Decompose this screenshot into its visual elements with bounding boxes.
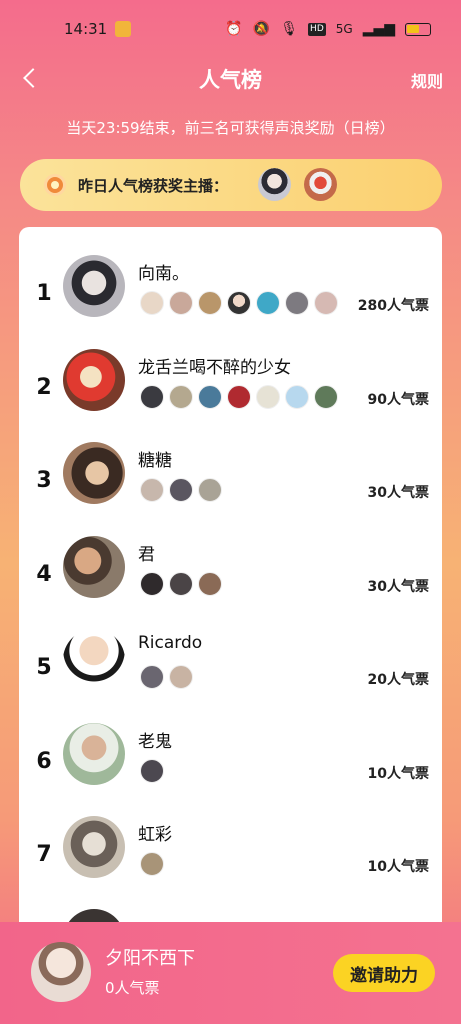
rank-number: 5 — [36, 655, 52, 680]
ranking-item[interactable]: 5 Ricardo 20人气票 — [19, 629, 442, 723]
anchor-name: 向南。 — [138, 264, 189, 284]
supporter-avatar[interactable] — [140, 291, 164, 315]
supporter-avatar[interactable] — [140, 759, 164, 783]
avatar[interactable] — [63, 349, 125, 411]
avatar[interactable] — [63, 723, 125, 785]
signal-icon: ▂▄▆ — [362, 21, 395, 37]
avatar[interactable] — [63, 816, 125, 878]
supporter-avatars — [140, 852, 164, 876]
vote-count: 30人气票 — [367, 485, 429, 501]
supporter-avatar[interactable] — [140, 478, 164, 502]
supporter-avatar[interactable] — [227, 385, 251, 409]
rank-number: 1 — [36, 281, 52, 306]
status-time: 14:31 — [64, 20, 108, 38]
vote-count: 90人气票 — [367, 392, 429, 408]
ranking-item[interactable]: 6 老鬼 10人气票 — [19, 723, 442, 817]
vote-count: 30人气票 — [367, 579, 429, 595]
winner-avatar[interactable] — [258, 168, 291, 201]
anchor-name: 虹彩 — [138, 825, 172, 845]
my-vote-count: 0人气票 — [105, 979, 160, 997]
ranking-item[interactable]: 4 君 30人气票 — [19, 536, 442, 630]
supporter-avatar[interactable] — [285, 291, 309, 315]
supporter-avatar[interactable] — [314, 291, 338, 315]
medal-icon — [44, 174, 66, 196]
ranking-item[interactable]: 7 虹彩 10人气票 — [19, 816, 442, 910]
ranking-item[interactable]: 1 向南。 280人气票 — [19, 255, 442, 349]
supporter-avatars — [140, 478, 222, 502]
supporter-avatars — [140, 385, 338, 409]
yesterday-winners-bar[interactable]: 昨日人气榜获奖主播： — [20, 159, 442, 211]
supporter-avatar[interactable] — [169, 478, 193, 502]
supporter-avatar[interactable] — [169, 291, 193, 315]
app-notification-icon — [115, 21, 131, 37]
invite-support-button[interactable]: 邀请助力 — [333, 954, 435, 992]
yesterday-winners-label: 昨日人气榜获奖主播： — [78, 177, 229, 195]
my-name: 夕阳不西下 — [105, 948, 195, 969]
anchor-name: 糖糖 — [138, 451, 172, 471]
network-label: 5G — [335, 22, 353, 36]
rank-number: 3 — [36, 468, 52, 493]
supporter-avatar[interactable] — [169, 665, 193, 689]
ranking-notice: 当天23:59结束，前三名可获得声浪奖励（日榜） — [66, 119, 395, 137]
anchor-name: 老鬼 — [138, 732, 172, 752]
supporter-avatar[interactable] — [256, 291, 280, 315]
vote-count: 280人气票 — [357, 298, 429, 314]
avatar[interactable] — [63, 629, 125, 691]
avatar[interactable] — [63, 255, 125, 317]
supporter-avatar[interactable] — [285, 385, 309, 409]
status-icons: ⏰ 🔕 🎙 HD 5G ▂▄▆ — [225, 21, 431, 37]
rank-number: 6 — [36, 749, 52, 774]
anchor-name: 龙舌兰喝不醉的少女 — [138, 358, 291, 378]
supporter-avatars — [140, 759, 164, 783]
anchor-name: 君 — [138, 545, 155, 565]
rank-number: 4 — [36, 562, 52, 587]
status-bar: 14:31 ⏰ 🔕 🎙 HD 5G ▂▄▆ — [0, 0, 461, 58]
supporter-avatar[interactable] — [169, 572, 193, 596]
vote-count: 10人气票 — [367, 859, 429, 875]
rules-link[interactable]: 规则 — [411, 68, 443, 92]
ranking-item[interactable]: 3 糖糖 30人气票 — [19, 442, 442, 536]
supporter-avatar[interactable] — [314, 385, 338, 409]
supporter-avatars — [140, 665, 193, 689]
anchor-name: Ricardo — [138, 633, 203, 653]
vote-count: 10人气票 — [367, 766, 429, 782]
supporter-avatar[interactable] — [140, 665, 164, 689]
rank-number: 2 — [36, 375, 52, 400]
ranking-item[interactable]: 2 龙舌兰喝不醉的少女 90人气票 — [19, 349, 442, 443]
page-title: 人气榜 — [199, 68, 262, 92]
alarm-icon: ⏰ — [225, 21, 243, 37]
avatar[interactable] — [63, 536, 125, 598]
supporter-avatar[interactable] — [198, 385, 222, 409]
vote-count: 20人气票 — [367, 672, 429, 688]
supporter-avatars — [140, 572, 222, 596]
supporter-avatar[interactable] — [256, 385, 280, 409]
mute-icon: 🔕 — [252, 21, 271, 37]
mic-icon: 🎙 — [280, 21, 299, 37]
nav-bar: 人气榜 规则 — [0, 58, 461, 98]
ranking-list: 1 向南。 280人气票 2 龙舌兰喝不醉的少女 90人气票 3 糖糖 30人气… — [19, 227, 442, 947]
supporter-avatar[interactable] — [140, 385, 164, 409]
supporter-avatars — [140, 291, 338, 315]
supporter-avatar[interactable] — [198, 478, 222, 502]
supporter-avatar[interactable] — [227, 291, 251, 315]
supporter-avatar[interactable] — [140, 572, 164, 596]
avatar[interactable] — [63, 442, 125, 504]
battery-icon — [405, 22, 431, 36]
supporter-avatar[interactable] — [169, 385, 193, 409]
supporter-avatar[interactable] — [198, 572, 222, 596]
hd-icon: HD — [308, 22, 326, 36]
rank-number: 7 — [36, 842, 52, 867]
my-ranking-bar: 夕阳不西下 0人气票 邀请助力 — [0, 922, 461, 1024]
winner-avatar[interactable] — [304, 168, 337, 201]
supporter-avatar[interactable] — [198, 291, 222, 315]
avatar[interactable] — [31, 942, 91, 1002]
supporter-avatar[interactable] — [140, 852, 164, 876]
